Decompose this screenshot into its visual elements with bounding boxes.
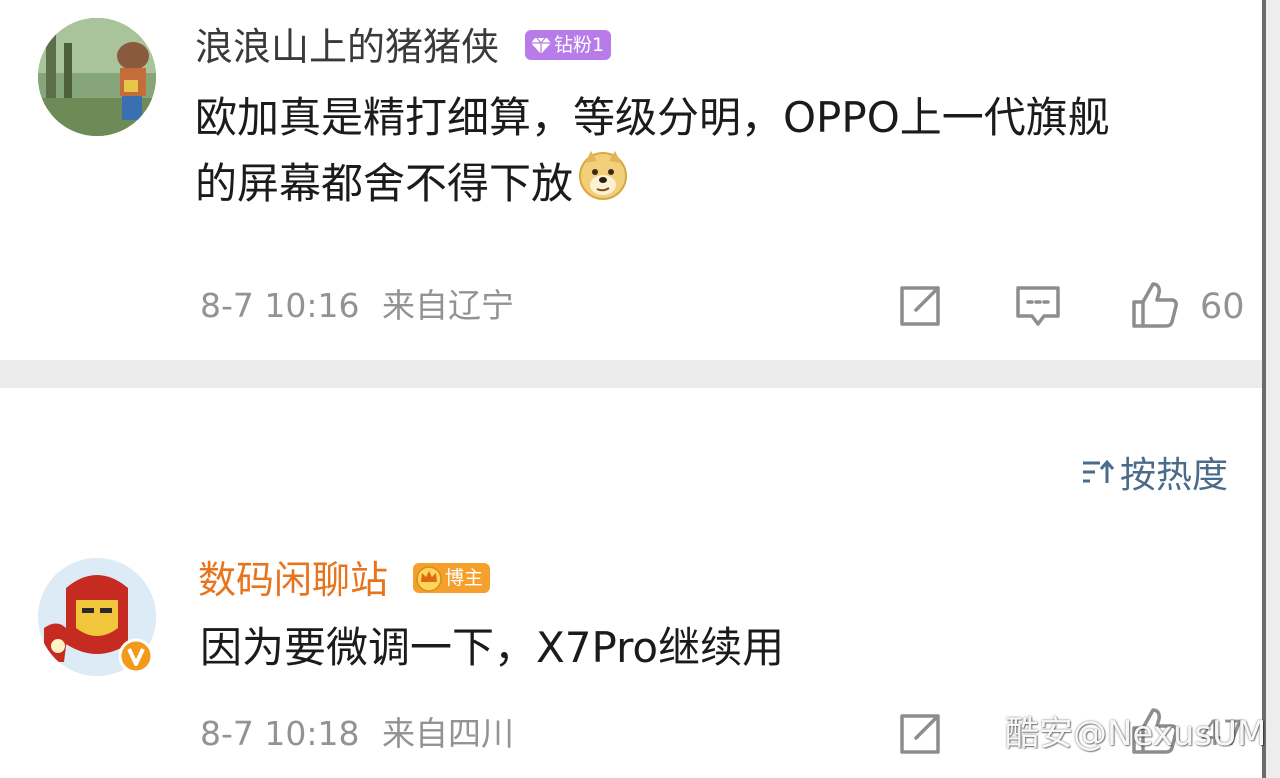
sort-icon <box>1083 459 1114 483</box>
like-button[interactable] <box>1130 280 1178 328</box>
crown-icon <box>415 564 443 592</box>
diamond-icon <box>530 34 552 56</box>
avatar[interactable] <box>38 18 156 136</box>
comment-time: 8-7 10:16 <box>200 286 360 325</box>
comment-text-line: 的屏幕都舍不得下放 <box>195 158 574 208</box>
doge-emoji-icon <box>577 149 629 218</box>
comment-text: 欧加真是精打细算，等级分明，OPPO上一代旗舰 的屏幕都舍不得下放 <box>195 87 1110 218</box>
comment-text: 因为要微调一下，X7Pro继续用 <box>200 617 784 679</box>
fan-badge[interactable]: 钻粉1 <box>525 30 612 60</box>
comment-meta: 8-7 10:16 来自辽宁 <box>200 286 514 326</box>
badge-label: 博主 <box>445 567 484 589</box>
thumbs-up-icon <box>1132 282 1178 328</box>
username[interactable]: 数码闲聊站 <box>198 557 388 603</box>
like-count: 60 <box>1200 287 1245 327</box>
comment-location: 来自辽宁 <box>382 286 514 325</box>
verified-badge-icon <box>118 638 154 674</box>
repost-button[interactable] <box>896 710 944 758</box>
watermark: 酷安@NexusUM <box>1005 714 1267 754</box>
comment-text-line: 因为要微调一下，X7Pro继续用 <box>200 623 785 672</box>
scrollbar-thumb[interactable] <box>1262 0 1266 778</box>
comment-location: 来自四川 <box>382 714 514 753</box>
reply-button[interactable] <box>1014 282 1062 330</box>
sort-toggle[interactable]: 按热度 <box>1080 448 1228 496</box>
comment-text-line: 欧加真是精打细算，等级分明，OPPO上一代旗舰 <box>195 93 1110 142</box>
comment-icon <box>1016 286 1060 326</box>
blogger-badge[interactable]: 博主 <box>413 563 491 593</box>
sort-label: 按热度 <box>1120 455 1229 496</box>
badge-label: 钻粉1 <box>554 34 605 56</box>
section-divider <box>0 360 1262 388</box>
comment-time: 8-7 10:18 <box>200 714 360 753</box>
repost-button[interactable] <box>896 282 944 330</box>
comment-meta: 8-7 10:18 来自四川 <box>200 714 514 754</box>
username[interactable]: 浪浪山上的猪猪侠 <box>195 24 499 70</box>
share-icon <box>900 286 940 326</box>
avatar-image <box>38 18 156 136</box>
share-icon <box>900 714 940 754</box>
